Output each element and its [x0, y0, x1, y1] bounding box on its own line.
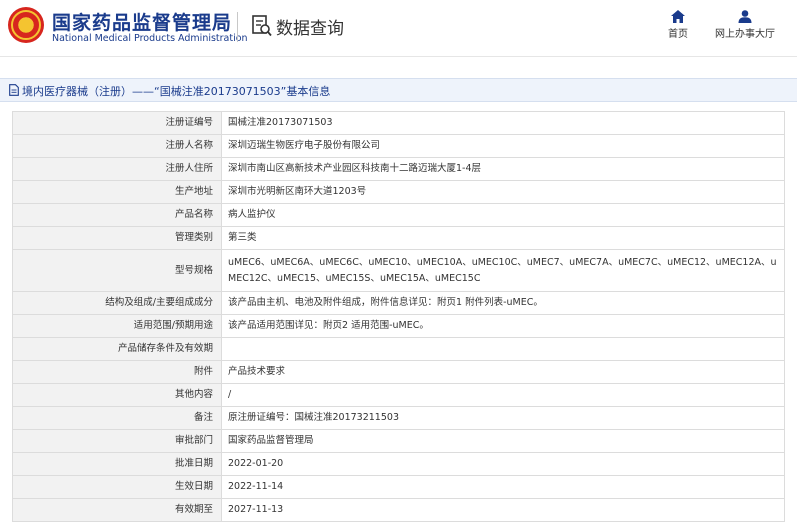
nav-online-hall-link[interactable]: 网上办事大厅 — [712, 10, 778, 40]
table-row: 其他内容 / — [12, 383, 785, 407]
section-title: 境内医疗器械（注册）——“国械注准20173071503”基本信息 — [22, 85, 331, 98]
row-value: 深圳迈瑞生物医疗电子股份有限公司 — [221, 134, 785, 158]
row-label: 附件 — [12, 360, 222, 384]
row-value: 国家药品监督管理局 — [221, 429, 785, 453]
row-value: / — [221, 383, 785, 407]
nav-home-link[interactable]: 首页 — [664, 10, 692, 40]
row-label: 适用范围/预期用途 — [12, 314, 222, 338]
row-label: 其他内容 — [12, 383, 222, 407]
row-label: 注册人名称 — [12, 134, 222, 158]
row-value: 2022-11-14 — [221, 475, 785, 499]
row-label: 产品储存条件及有效期 — [12, 337, 222, 361]
row-value: 2022-01-20 — [221, 452, 785, 476]
nav-home-label: 首页 — [668, 29, 688, 40]
header-bottom-border — [0, 56, 797, 57]
row-label: 管理类别 — [12, 226, 222, 250]
table-row: 生产地址 深圳市光明新区南环大道1203号 — [12, 180, 785, 204]
row-value: 原注册证编号：国械注准20173211503 — [221, 406, 785, 430]
row-value: 该产品由主机、电池及附件组成，附件信息详见：附页1 附件列表-uMEC。 — [221, 291, 785, 315]
table-row: 产品储存条件及有效期 — [12, 337, 785, 361]
org-name-en: National Medical Products Administration — [52, 33, 248, 44]
table-row: 型号规格 uMEC6、uMEC6A、uMEC6C、uMEC10、uMEC10A、… — [12, 249, 785, 292]
row-value — [221, 337, 785, 361]
registration-detail-table: 注册证编号 国械注准20173071503 注册人名称 深圳迈瑞生物医疗电子股份… — [12, 111, 785, 522]
row-label: 注册人住所 — [12, 157, 222, 181]
row-label: 产品名称 — [12, 203, 222, 227]
row-value: 国械注准20173071503 — [221, 111, 785, 135]
table-row: 适用范围/预期用途 该产品适用范围详见：附页2 适用范围-uMEC。 — [12, 314, 785, 338]
document-search-icon — [252, 15, 272, 37]
row-value: 深圳市南山区高新技术产业园区科技南十二路迈瑞大厦1-4层 — [221, 157, 785, 181]
table-row: 结构及组成/主要组成成分 该产品由主机、电池及附件组成，附件信息详见：附页1 附… — [12, 291, 785, 315]
table-row: 注册人名称 深圳迈瑞生物医疗电子股份有限公司 — [12, 134, 785, 158]
table-row: 产品名称 病人监护仪 — [12, 203, 785, 227]
document-icon — [9, 84, 19, 96]
table-row: 注册人住所 深圳市南山区高新技术产业园区科技南十二路迈瑞大厦1-4层 — [12, 157, 785, 181]
row-label: 型号规格 — [12, 249, 222, 292]
row-value: 该产品适用范围详见：附页2 适用范围-uMEC。 — [221, 314, 785, 338]
row-label: 注册证编号 — [12, 111, 222, 135]
row-value: 病人监护仪 — [221, 203, 785, 227]
row-value: 第三类 — [221, 226, 785, 250]
user-icon — [738, 10, 752, 23]
row-label: 有效期至 — [12, 498, 222, 522]
table-row: 审批部门 国家药品监督管理局 — [12, 429, 785, 453]
row-label: 生产地址 — [12, 180, 222, 204]
row-value: 产品技术要求 — [221, 360, 785, 384]
table-row: 附件 产品技术要求 — [12, 360, 785, 384]
org-name-cn: 国家药品监督管理局 — [52, 12, 233, 34]
header-divider — [237, 12, 238, 42]
home-icon — [671, 10, 685, 23]
section-header: 境内医疗器械（注册）——“国械注准20173071503”基本信息 — [0, 78, 797, 102]
row-value: 深圳市光明新区南环大道1203号 — [221, 180, 785, 204]
table-row: 生效日期 2022-11-14 — [12, 475, 785, 499]
table-row: 备注 原注册证编号：国械注准20173211503 — [12, 406, 785, 430]
table-row: 批准日期 2022-01-20 — [12, 452, 785, 476]
site-header: 国家药品监督管理局 National Medical Products Admi… — [0, 0, 797, 56]
row-label: 审批部门 — [12, 429, 222, 453]
table-row: 注册证编号 国械注准20173071503 — [12, 111, 785, 135]
row-label: 生效日期 — [12, 475, 222, 499]
national-emblem-icon — [8, 7, 44, 43]
nav-online-hall-label: 网上办事大厅 — [715, 29, 775, 40]
row-label: 备注 — [12, 406, 222, 430]
table-row: 管理类别 第三类 — [12, 226, 785, 250]
row-label: 结构及组成/主要组成成分 — [12, 291, 222, 315]
page-title: 数据查询 — [276, 19, 344, 39]
row-value: 2027-11-13 — [221, 498, 785, 522]
row-value: uMEC6、uMEC6A、uMEC6C、uMEC10、uMEC10A、uMEC1… — [221, 249, 785, 292]
table-row: 有效期至 2027-11-13 — [12, 498, 785, 522]
row-label: 批准日期 — [12, 452, 222, 476]
